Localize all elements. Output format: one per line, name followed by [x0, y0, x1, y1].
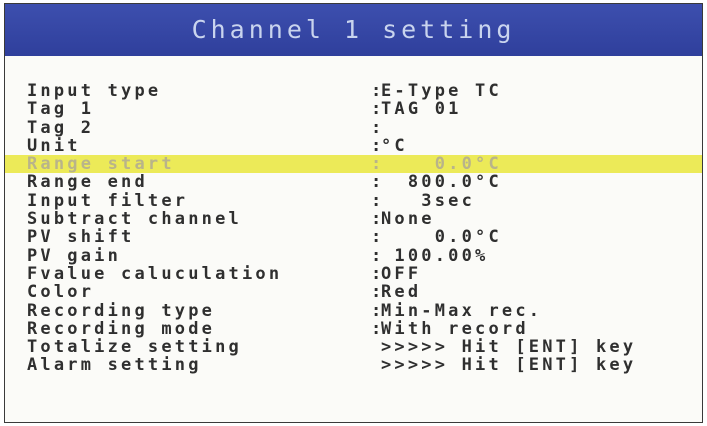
setting-separator: :: [371, 263, 382, 284]
setting-separator: :: [371, 209, 382, 230]
setting-value: 0.0°C: [381, 227, 502, 248]
setting-row[interactable]: Input type: E-Type TC: [5, 82, 702, 100]
setting-label: Totalize setting: [27, 337, 242, 358]
setting-label: Alarm setting: [27, 355, 202, 376]
setting-separator: :: [371, 300, 382, 321]
setting-row[interactable]: Alarm setting >>>>> Hit [ENT] key: [5, 356, 702, 374]
setting-value: >>>>> Hit [ENT] key: [381, 337, 637, 358]
setting-value: °C: [381, 135, 408, 156]
setting-label: Tag 2: [27, 117, 95, 138]
settings-list: Input type: E-Type TC Tag 1: TAG 01 Tag 2: Un…: [5, 82, 702, 375]
setting-label: Tag 1: [27, 99, 95, 120]
setting-separator: :: [371, 81, 382, 101]
setting-value: With record: [381, 318, 529, 339]
setting-row[interactable]: Subtract channel: None: [5, 210, 702, 228]
setting-value: 800.0°C: [381, 172, 502, 193]
screen-title: Channel 1 setting: [5, 4, 702, 56]
setting-row[interactable]: Range end: 800.0°C: [5, 173, 702, 191]
setting-row[interactable]: Recording mode: With record: [5, 320, 702, 338]
setting-value: TAG 01: [381, 99, 462, 120]
setting-separator: :: [371, 117, 382, 138]
setting-row[interactable]: PV gain: 100.00%: [5, 247, 702, 265]
setting-label: Recording type: [27, 300, 216, 321]
setting-row[interactable]: Tag 2:: [5, 119, 702, 137]
setting-separator: :: [371, 227, 382, 248]
setting-label: Input type: [27, 81, 162, 101]
setting-row[interactable]: Recording type: Min-Max rec.: [5, 302, 702, 320]
setting-label: Range start: [27, 154, 175, 175]
setting-label: Fvalue caluculation: [27, 263, 283, 284]
setting-value: 0.0°C: [381, 154, 502, 175]
setting-value: 100.00%: [381, 245, 489, 266]
setting-row[interactable]: Color: Red: [5, 283, 702, 301]
setting-label: Subtract channel: [27, 209, 242, 230]
setting-separator: :: [371, 99, 382, 120]
setting-value: >>>>> Hit [ENT] key: [381, 355, 637, 376]
setting-separator: :: [371, 318, 382, 339]
setting-row[interactable]: PV shift: 0.0°C: [5, 228, 702, 246]
setting-label: PV gain: [27, 245, 122, 266]
setting-value: Min-Max rec.: [381, 300, 543, 321]
settings-screen: Channel 1 setting Input type: E-Type TC Ta…: [4, 3, 703, 423]
setting-separator: :: [371, 154, 382, 175]
setting-separator: :: [371, 135, 382, 156]
setting-value: E-Type TC: [381, 81, 502, 101]
setting-separator: :: [371, 282, 382, 303]
setting-label: Unit: [27, 135, 81, 156]
setting-row[interactable]: Tag 1: TAG 01: [5, 100, 702, 118]
setting-row[interactable]: Range start: 0.0°C: [5, 154, 702, 175]
setting-separator: :: [371, 190, 382, 211]
setting-value: 3sec: [381, 190, 476, 211]
setting-separator: :: [371, 245, 382, 266]
setting-label: Recording mode: [27, 318, 216, 339]
setting-label: Input filter: [27, 190, 189, 211]
setting-row[interactable]: Fvalue caluculation: OFF: [5, 265, 702, 283]
setting-label: Color: [27, 282, 95, 303]
setting-row[interactable]: Unit: °C: [5, 137, 702, 155]
setting-value: Red: [381, 282, 422, 303]
setting-row[interactable]: Totalize setting >>>>> Hit [ENT] key: [5, 338, 702, 356]
setting-row[interactable]: Input filter: 3sec: [5, 192, 702, 210]
setting-label: Range end: [27, 172, 148, 193]
setting-separator: :: [371, 172, 382, 193]
setting-value: None: [381, 209, 435, 230]
setting-label: PV shift: [27, 227, 135, 248]
setting-value: OFF: [381, 263, 422, 284]
